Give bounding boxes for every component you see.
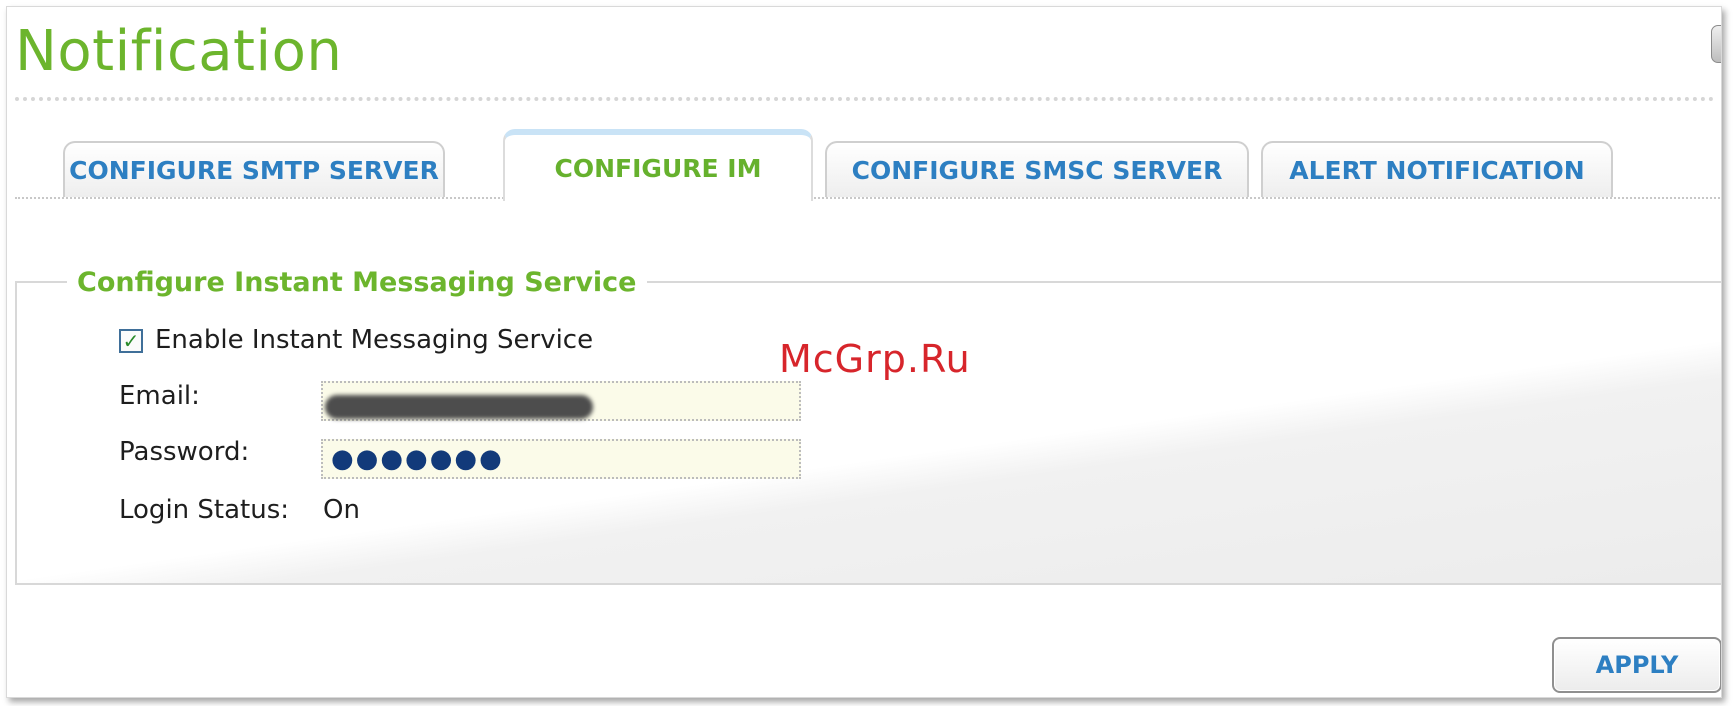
redacted-email-overlay (325, 395, 593, 419)
enable-im-checkbox[interactable]: ✓ (119, 329, 143, 353)
tab-alert-notification[interactable]: ALERT NOTIFICATION (1261, 141, 1613, 197)
watermark-text: McGrp.Ru (779, 337, 971, 381)
tab-configure-im[interactable]: CONFIGURE IM (503, 129, 813, 201)
checkmark-icon: ✓ (122, 329, 140, 353)
tabs-divider (15, 197, 1720, 199)
section-legend: Configure Instant Messaging Service (67, 267, 647, 298)
enable-im-label: Enable Instant Messaging Service (155, 325, 594, 355)
scrollbar-thumb[interactable] (1711, 25, 1721, 63)
title-divider (15, 97, 1715, 101)
password-field[interactable]: ●●●●●●● (321, 439, 801, 479)
login-status-value: On (323, 495, 360, 525)
apply-button[interactable]: APPLY (1552, 637, 1721, 693)
password-label: Password: (119, 437, 250, 467)
tab-configure-smsc-server[interactable]: CONFIGURE SMSC SERVER (825, 141, 1249, 197)
notification-panel: Notification CONFIGURE SMTP SERVER CONFI… (6, 6, 1722, 698)
login-status-label: Login Status: (119, 495, 290, 525)
tab-configure-smtp-server[interactable]: CONFIGURE SMTP SERVER (63, 141, 445, 197)
page-title: Notification (15, 19, 343, 84)
email-label: Email: (119, 381, 200, 411)
